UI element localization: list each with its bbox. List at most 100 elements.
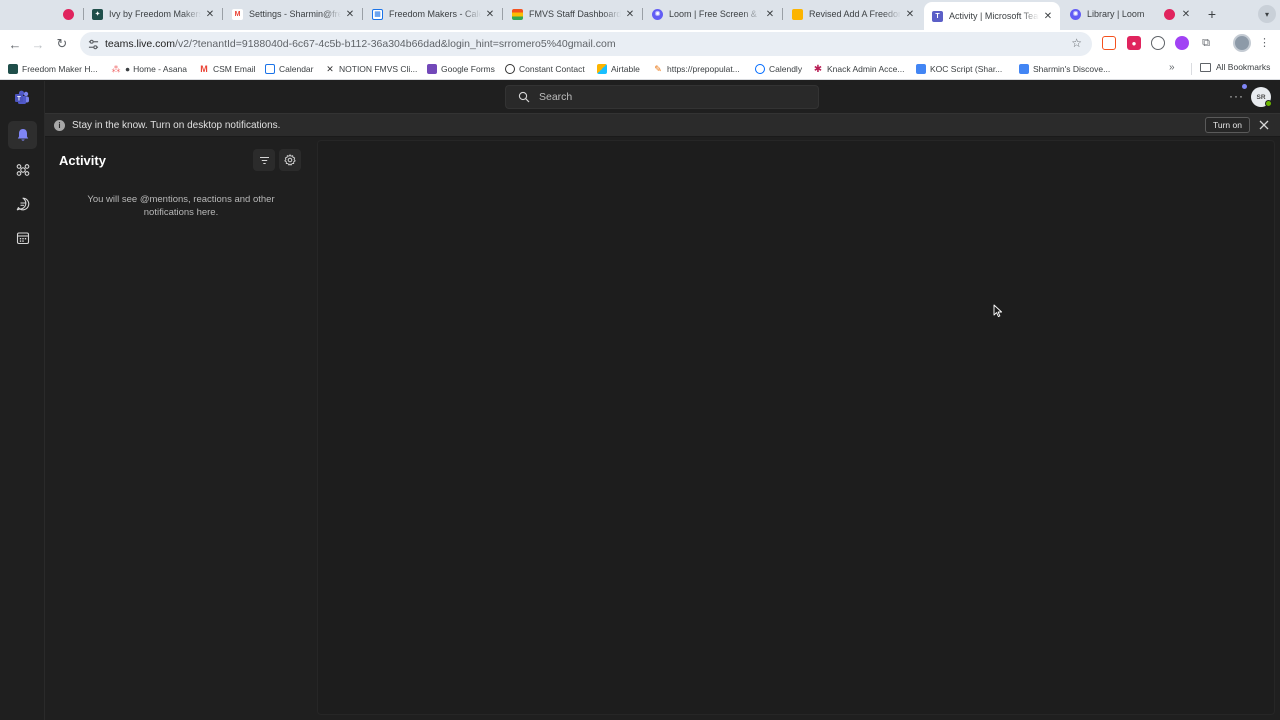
- teams-logo-icon: T: [15, 90, 29, 104]
- bookmark-freedom-maker[interactable]: Freedom Maker H...: [8, 62, 98, 76]
- tab-close-icon[interactable]: ✕: [764, 9, 776, 20]
- extension-recorder-icon[interactable]: ●: [1127, 36, 1141, 50]
- loom-icon: ✺: [652, 8, 663, 20]
- all-bookmarks-button[interactable]: All Bookmarks: [1200, 62, 1270, 72]
- tab-close-icon[interactable]: ✕: [484, 9, 496, 20]
- tab-close-icon[interactable]: ✕: [904, 9, 916, 20]
- teams-icon: T: [932, 10, 943, 22]
- bookmark-label: CSM Email: [213, 64, 256, 74]
- extensions-puzzle-icon[interactable]: ⧉: [1199, 36, 1213, 50]
- knack-icon: ✱: [813, 63, 823, 75]
- new-tab-button[interactable]: +: [1203, 5, 1221, 23]
- browser-tab-strip: ✦ Ivy by Freedom Makers ✕ M Settings - S…: [0, 0, 1280, 30]
- loom-icon: ✺: [1070, 8, 1081, 20]
- bookmark-constant-contact[interactable]: Constant Contact: [505, 62, 585, 76]
- bookmark-label: Constant Contact: [519, 64, 585, 74]
- bookmark-label: KOC Script (Shar...: [930, 64, 1003, 74]
- calendly-icon: [755, 64, 765, 74]
- bookmark-google-forms[interactable]: Google Forms: [427, 62, 495, 76]
- info-icon: i: [54, 119, 65, 131]
- page-title: Activity: [59, 153, 106, 168]
- communities-icon: [16, 164, 29, 176]
- tab-title: FMVS Staff Dashboard | Freedom Makers: [529, 9, 621, 19]
- bookmark-notion[interactable]: ✕ NOTION FMVS Cli...: [325, 62, 417, 76]
- bookmark-prepopulate[interactable]: ✎ https://prepopulat...: [653, 62, 740, 76]
- tab-separator: [222, 8, 223, 20]
- bookmark-knack[interactable]: ✱ Knack Admin Acce...: [813, 62, 905, 76]
- filter-button[interactable]: [253, 149, 275, 171]
- tab-search-button[interactable]: ▾: [1258, 5, 1276, 23]
- rail-chat[interactable]: [8, 190, 37, 218]
- airtable-icon: [597, 64, 607, 74]
- tab-loom[interactable]: ✺ Loom | Free Screen & Video Recording ✕: [644, 3, 783, 25]
- tab-ivy[interactable]: ✦ Ivy by Freedom Makers ✕: [84, 3, 223, 25]
- settings-button[interactable]: [279, 149, 301, 171]
- tab-loom-library[interactable]: ✺ Library | Loom ✕: [1062, 3, 1198, 25]
- docs-icon: [916, 64, 926, 74]
- tab-close-icon[interactable]: ✕: [1180, 9, 1192, 20]
- close-icon[interactable]: [1257, 118, 1271, 132]
- bookmark-csm-email[interactable]: M CSM Email: [199, 62, 256, 76]
- site-info-icon[interactable]: [86, 37, 100, 51]
- rail-activity[interactable]: [8, 121, 37, 149]
- browser-profile-avatar[interactable]: [1233, 34, 1251, 52]
- tab-title: Library | Loom: [1087, 9, 1145, 19]
- tab-close-icon[interactable]: ✕: [624, 9, 636, 20]
- bookmark-calendly[interactable]: Calendly: [755, 62, 802, 76]
- tab-gmail-settings[interactable]: M Settings - Sharmin@freedommakers.com ✕: [224, 3, 363, 25]
- url-host: teams.live.com: [105, 38, 176, 50]
- airtable-icon: [792, 8, 803, 20]
- bookmark-asana[interactable]: ⁂ ● Home - Asana: [111, 62, 188, 76]
- filter-icon: [259, 156, 269, 164]
- forward-button[interactable]: →: [29, 35, 47, 53]
- gmail-icon: M: [200, 64, 208, 74]
- bookmarks-bar: Freedom Maker H... ⁂ ● Home - Asana M CSM E…: [0, 58, 1280, 80]
- empty-state-message: You will see @mentions, reactions and ot…: [87, 194, 275, 218]
- tab-revised-add[interactable]: Revised Add A Freedom Maker ✕: [784, 3, 922, 25]
- search-box[interactable]: [505, 85, 819, 109]
- back-button[interactable]: ←: [6, 35, 24, 53]
- svg-text:T: T: [17, 97, 21, 103]
- tab-close-icon[interactable]: ✕: [1042, 11, 1054, 22]
- bookmark-koc-script[interactable]: KOC Script (Shar...: [916, 62, 1002, 76]
- turn-on-button[interactable]: Turn on: [1205, 117, 1250, 133]
- reload-button[interactable]: ↻: [53, 35, 71, 53]
- bookmark-calendar[interactable]: Calendar: [265, 62, 314, 76]
- notification-banner: i Stay in the know. Turn on desktop noti…: [45, 114, 1280, 137]
- extension-grammar-icon[interactable]: [1151, 36, 1165, 50]
- bookmarks-overflow-icon[interactable]: »: [1169, 62, 1175, 73]
- tab-title: Freedom Makers - Calendar: [389, 9, 481, 19]
- tab-calendar[interactable]: ▦ Freedom Makers - Calendar ✕: [364, 3, 503, 25]
- extension-tasks-icon[interactable]: [1102, 36, 1116, 50]
- tab-fmvs-dashboard[interactable]: FMVS Staff Dashboard | Freedom Makers ✕: [504, 3, 643, 25]
- gmail-icon: M: [232, 8, 243, 20]
- bookmark-sharmin-discovery[interactable]: Sharmin's Discove...: [1019, 62, 1110, 76]
- bookmark-star-icon[interactable]: ☆: [1071, 36, 1082, 50]
- detail-pane: [317, 140, 1275, 715]
- url-path: /v2/?tenantId=9188040d-6c67-4c5b-b112-36…: [175, 38, 616, 50]
- more-options-icon[interactable]: ···: [1229, 89, 1244, 103]
- tab-recording[interactable]: [55, 3, 84, 25]
- link-icon: ✎: [654, 63, 662, 74]
- gear-icon: [284, 154, 296, 166]
- search-input[interactable]: [539, 91, 779, 103]
- browser-menu-icon[interactable]: ⋮: [1259, 36, 1270, 49]
- teams-top-bar: ··· SR: [45, 81, 1280, 114]
- bookmark-airtable[interactable]: Airtable: [597, 62, 640, 76]
- extension-purple-icon[interactable]: [1175, 36, 1189, 50]
- rail-communities[interactable]: [8, 156, 37, 184]
- mouse-cursor-icon: [993, 304, 1003, 318]
- tab-teams-activity[interactable]: T Activity | Microsoft Teams ✕: [924, 2, 1060, 30]
- tab-close-icon[interactable]: ✕: [344, 9, 356, 20]
- asana-icon: ⁂: [111, 63, 121, 74]
- unread-indicator: [1242, 84, 1247, 89]
- bookmark-label: Calendar: [279, 64, 314, 74]
- docs-icon: [1019, 64, 1029, 74]
- record-icon: [1164, 8, 1175, 20]
- address-bar[interactable]: teams.live.com/v2/?tenantId=9188040d-6c6…: [80, 32, 1092, 56]
- tab-close-icon[interactable]: ✕: [204, 9, 216, 20]
- url-text: teams.live.com/v2/?tenantId=9188040d-6c6…: [105, 38, 616, 50]
- app-rail: T: [0, 81, 45, 720]
- tab-separator: [642, 8, 643, 20]
- rail-calendar[interactable]: [8, 224, 37, 252]
